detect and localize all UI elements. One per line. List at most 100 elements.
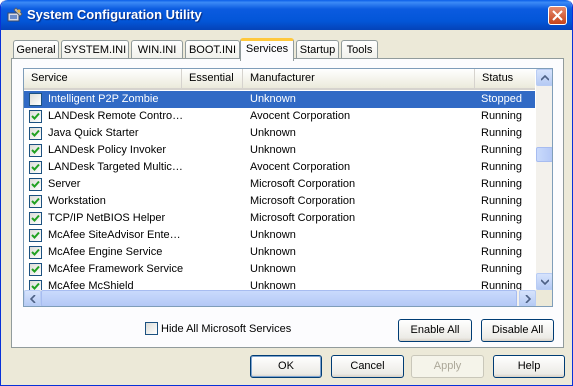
- service-essential: [188, 193, 248, 210]
- ok-button[interactable]: OK: [250, 355, 322, 378]
- service-enabled-checkbox[interactable]: [29, 229, 42, 242]
- check-icon: [31, 146, 40, 154]
- scrollbar-corner: [536, 290, 552, 306]
- service-status: Running: [481, 246, 522, 258]
- service-enabled-checkbox[interactable]: [29, 144, 42, 157]
- system-configuration-window: System Configuration Utility General SYS…: [0, 0, 573, 386]
- service-name: LANDesk Policy Invoker: [48, 144, 166, 156]
- service-manufacturer: Unknown: [250, 127, 296, 139]
- column-header-service[interactable]: Service: [24, 69, 182, 88]
- horizontal-scrollbar[interactable]: [24, 290, 536, 306]
- service-enabled-checkbox[interactable]: [29, 246, 42, 259]
- tab-boot-ini[interactable]: BOOT.INI: [185, 40, 240, 59]
- apply-button[interactable]: Apply: [411, 355, 484, 378]
- service-enabled-checkbox[interactable]: [29, 212, 42, 225]
- tab-label: Startup: [299, 44, 336, 56]
- services-list[interactable]: Service Essential Manufacturer Status In…: [23, 68, 553, 307]
- service-row[interactable]: Server Microsoft Corporation Running: [24, 176, 535, 193]
- hide-microsoft-services-checkbox[interactable]: [145, 322, 158, 335]
- service-row[interactable]: Workstation Microsoft Corporation Running: [24, 193, 535, 210]
- check-icon: [31, 112, 40, 120]
- tab-startup[interactable]: Startup: [296, 40, 339, 59]
- tab-label: Tools: [346, 44, 373, 56]
- check-icon: [31, 214, 40, 222]
- service-essential: [188, 159, 248, 176]
- tab-system-ini[interactable]: SYSTEM.INI: [61, 40, 129, 59]
- service-status: Running: [481, 229, 522, 241]
- service-essential: [188, 125, 248, 142]
- service-status: Running: [481, 127, 522, 139]
- service-enabled-checkbox[interactable]: [29, 195, 42, 208]
- service-row[interactable]: LANDesk Remote Contro… Avocent Corporatio…: [24, 108, 535, 125]
- title-bar[interactable]: System Configuration Utility: [1, 0, 572, 30]
- service-enabled-checkbox[interactable]: [29, 110, 42, 123]
- vertical-scrollbar[interactable]: [536, 69, 552, 290]
- scroll-right-button[interactable]: [519, 290, 536, 306]
- list-header: Service Essential Manufacturer Status: [24, 69, 535, 90]
- service-row[interactable]: McAfee SiteAdvisor Ente… Unknown Running: [24, 227, 535, 244]
- close-icon: [552, 10, 563, 21]
- service-row[interactable]: TCP/IP NetBIOS Helper Microsoft Corporati…: [24, 210, 535, 227]
- service-name: Server: [48, 178, 81, 190]
- service-row[interactable]: LANDesk Policy Invoker Unknown Running: [24, 142, 535, 159]
- help-button[interactable]: Help: [493, 355, 565, 378]
- service-manufacturer: Microsoft Corporation: [250, 212, 356, 224]
- column-header-manufacturer[interactable]: Manufacturer: [243, 69, 475, 88]
- service-enabled-checkbox[interactable]: [29, 161, 42, 174]
- service-essential: [188, 142, 248, 159]
- hide-microsoft-services-label[interactable]: Hide All Microsoft Services: [161, 322, 291, 336]
- service-enabled-checkbox[interactable]: [29, 263, 42, 276]
- service-row[interactable]: Intelligent P2P Zombie Unknown Stopped: [24, 91, 535, 108]
- service-essential: [188, 91, 248, 108]
- tab-label: BOOT.INI: [188, 44, 237, 56]
- service-status: Running: [481, 195, 522, 207]
- service-enabled-checkbox[interactable]: [29, 93, 42, 106]
- service-essential: [188, 244, 248, 261]
- service-name: McAfee SiteAdvisor Ente…: [48, 229, 181, 241]
- service-row[interactable]: LANDesk Targeted Multic… Avocent Corporat…: [24, 159, 535, 176]
- service-status: Running: [481, 178, 522, 190]
- service-name: Workstation: [48, 195, 106, 207]
- tab-tools[interactable]: Tools: [341, 40, 378, 59]
- service-name: Intelligent P2P Zombie: [47, 91, 188, 108]
- scroll-up-icon: [541, 75, 549, 81]
- service-manufacturer: Unknown: [250, 263, 296, 275]
- service-name: TCP/IP NetBIOS Helper: [48, 212, 166, 224]
- close-button[interactable]: [548, 6, 567, 25]
- service-status: Running: [481, 144, 522, 156]
- check-icon: [31, 180, 40, 188]
- horizontal-scroll-thumb[interactable]: [41, 290, 517, 306]
- service-essential: [188, 210, 248, 227]
- service-name: McAfee Framework Service: [48, 263, 184, 275]
- enable-all-button[interactable]: Enable All: [398, 319, 472, 342]
- service-status: Running: [481, 110, 522, 122]
- check-icon: [31, 265, 40, 273]
- service-manufacturer: Microsoft Corporation: [250, 195, 356, 207]
- check-icon: [31, 129, 40, 137]
- service-row[interactable]: Java Quick Starter Unknown Running: [24, 125, 535, 142]
- service-manufacturer: Unknown: [250, 144, 296, 156]
- tab-services[interactable]: Services: [240, 38, 294, 61]
- service-enabled-checkbox[interactable]: [29, 178, 42, 191]
- vertical-scroll-thumb[interactable]: [536, 147, 552, 162]
- scroll-left-button[interactable]: [24, 290, 41, 306]
- service-row[interactable]: McAfee Framework Service Unknown Running: [24, 261, 535, 278]
- column-header-status[interactable]: Status: [475, 69, 535, 88]
- column-header-essential[interactable]: Essential: [182, 69, 243, 88]
- service-enabled-checkbox[interactable]: [29, 127, 42, 140]
- scroll-up-button[interactable]: [536, 69, 552, 86]
- service-name: LANDesk Targeted Multic…: [48, 161, 183, 173]
- scroll-down-icon: [541, 279, 549, 285]
- service-manufacturer: Unknown: [249, 91, 474, 108]
- tab-general[interactable]: General: [13, 40, 59, 59]
- cancel-button[interactable]: Cancel: [331, 355, 404, 378]
- scroll-down-button[interactable]: [536, 273, 552, 290]
- disable-all-button[interactable]: Disable All: [481, 319, 554, 342]
- service-manufacturer: Unknown: [250, 246, 296, 258]
- tab-win-ini[interactable]: WIN.INI: [131, 40, 183, 59]
- service-status: Running: [481, 263, 522, 275]
- service-manufacturer: Avocent Corporation: [250, 161, 351, 173]
- service-row[interactable]: McAfee Engine Service Unknown Running: [24, 244, 535, 261]
- service-name: McAfee Engine Service: [48, 246, 163, 258]
- check-icon: [31, 231, 40, 239]
